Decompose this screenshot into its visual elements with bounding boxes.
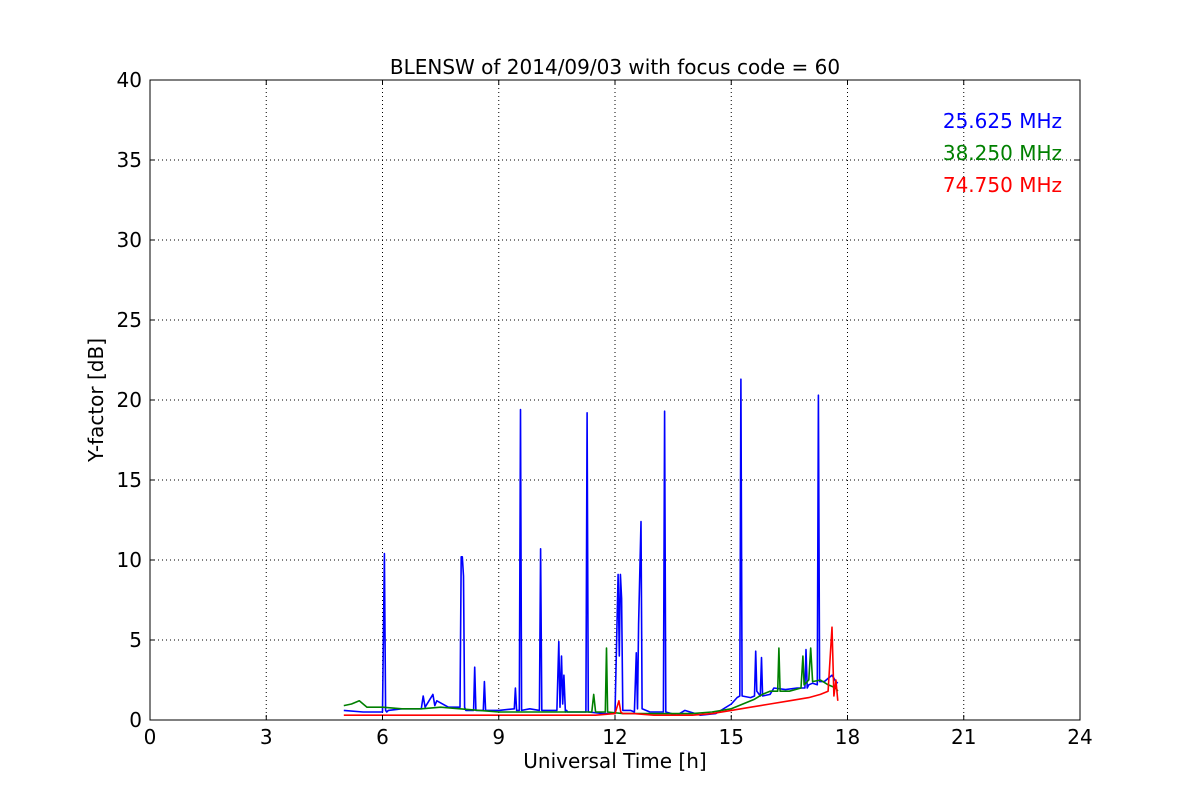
x-tick-label: 3 — [260, 725, 273, 749]
x-tick-label: 15 — [719, 725, 744, 749]
x-tick-label: 12 — [602, 725, 627, 749]
y-axis-label: Y-factor [dB] — [84, 338, 108, 463]
x-axis-label: Universal Time [h] — [523, 749, 706, 773]
y-tick-label: 40 — [117, 68, 142, 92]
plot-area: 0 3 6 9 12 15 18 21 24 0 5 10 15 20 25 30 35 40 — [117, 68, 1093, 749]
y-tick-label: 25 — [117, 308, 142, 332]
x-tick-label: 0 — [144, 725, 157, 749]
x-tick-label: 6 — [376, 725, 389, 749]
y-tick-label: 20 — [117, 388, 142, 412]
legend-entry-0: 25.625 MHz — [943, 109, 1062, 133]
y-tick-label: 0 — [129, 708, 142, 732]
x-tick-label: 9 — [492, 725, 505, 749]
y-tick-label: 5 — [129, 628, 142, 652]
y-tick-label: 15 — [117, 468, 142, 492]
y-tick-label: 10 — [117, 548, 142, 572]
chart-title: BLENSW of 2014/09/03 with focus code = 6… — [390, 55, 840, 79]
legend-entry-2: 74.750 MHz — [943, 173, 1062, 197]
chart: 0 3 6 9 12 15 18 21 24 0 5 10 15 20 25 30 35 40 BLENSW of… — [84, 55, 1093, 773]
y-tick-label: 30 — [117, 228, 142, 252]
y-tick-label: 35 — [117, 148, 142, 172]
x-tick-label: 24 — [1067, 725, 1092, 749]
x-tick-label: 21 — [951, 725, 976, 749]
legend-entry-1: 38.250 MHz — [943, 141, 1062, 165]
x-tick-label: 18 — [835, 725, 860, 749]
legend: 25.625 MHz 38.250 MHz 74.750 MHz — [943, 109, 1062, 197]
